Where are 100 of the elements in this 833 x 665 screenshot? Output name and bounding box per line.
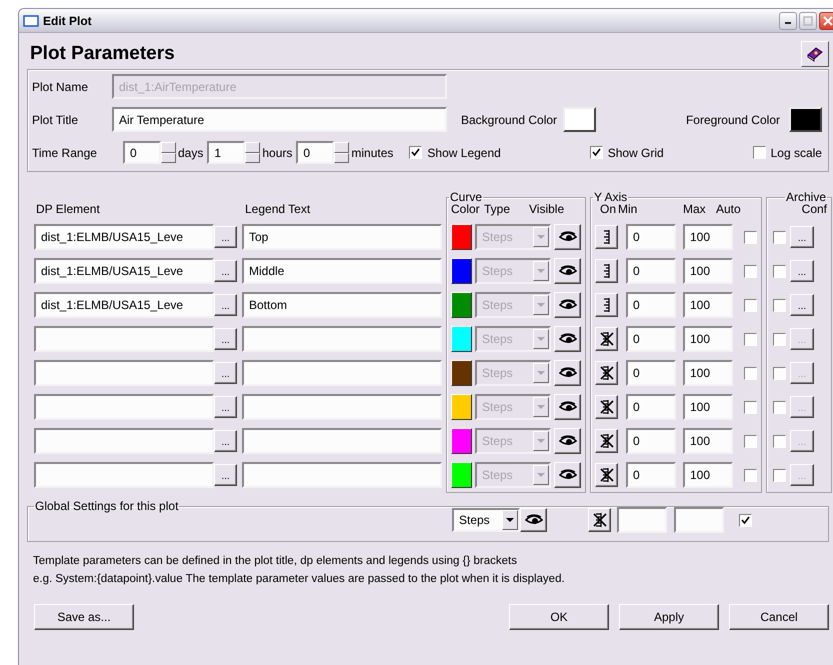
- input-field[interactable]: Middle: [242, 258, 442, 284]
- input-field[interactable]: dist_1:ELMB/USA15_Leve: [34, 292, 214, 318]
- input-field[interactable]: 100: [683, 462, 733, 488]
- browse-button[interactable]: ...: [214, 260, 237, 282]
- config-button[interactable]: ...: [790, 226, 814, 248]
- input-field[interactable]: 0: [626, 224, 676, 250]
- checkbox[interactable]: [773, 298, 786, 312]
- ok-button[interactable]: OK: [509, 604, 609, 630]
- browse-button[interactable]: ...: [214, 328, 237, 350]
- visibility-button[interactable]: [520, 508, 547, 532]
- checkbox[interactable]: [744, 434, 757, 448]
- help-button[interactable]: [801, 41, 829, 67]
- checkbox[interactable]: [739, 514, 752, 526]
- input-field[interactable]: [34, 326, 214, 352]
- checkbox[interactable]: [773, 434, 786, 448]
- visibility-button[interactable]: [554, 394, 581, 420]
- input-field[interactable]: 100: [683, 224, 733, 250]
- checkbox[interactable]: [773, 468, 786, 482]
- checkbox[interactable]: [773, 366, 786, 380]
- input-field[interactable]: 0: [626, 462, 676, 488]
- visibility-button[interactable]: [554, 258, 581, 284]
- input-field[interactable]: [34, 462, 214, 488]
- cancel-button[interactable]: Cancel: [729, 604, 829, 630]
- axis-toggle-button[interactable]: [595, 429, 618, 453]
- save-as-button[interactable]: Save as...: [34, 604, 134, 630]
- axis-toggle-button[interactable]: [595, 463, 618, 487]
- input-field[interactable]: [242, 360, 442, 386]
- input-field[interactable]: [242, 326, 442, 352]
- checkbox[interactable]: [773, 332, 786, 346]
- spin-buttons[interactable]: [334, 142, 350, 163]
- checkbox[interactable]: [744, 298, 757, 312]
- input-field[interactable]: [242, 462, 442, 488]
- input-field[interactable]: 1: [207, 141, 246, 164]
- input-field[interactable]: 100: [683, 394, 733, 420]
- axis-toggle-button[interactable]: [595, 327, 618, 351]
- visibility-button[interactable]: [554, 224, 581, 250]
- axis-toggle-button[interactable]: [595, 395, 618, 419]
- input-field[interactable]: 0: [626, 326, 676, 352]
- visibility-button[interactable]: [554, 428, 581, 454]
- input-field[interactable]: [674, 507, 724, 533]
- checkbox[interactable]: [744, 332, 757, 346]
- input-field[interactable]: 100: [683, 428, 733, 454]
- browse-button[interactable]: ...: [214, 396, 237, 418]
- input-field[interactable]: [242, 394, 442, 420]
- input-field[interactable]: Top: [242, 224, 442, 250]
- axis-toggle-button[interactable]: [595, 361, 618, 385]
- visibility-button[interactable]: [554, 326, 581, 352]
- input-field[interactable]: dist_1:ELMB/USA15_Leve: [34, 258, 214, 284]
- input-field[interactable]: 100: [683, 326, 733, 352]
- input-field[interactable]: 0: [626, 292, 676, 318]
- browse-button[interactable]: ...: [214, 430, 237, 452]
- color-swatch[interactable]: [563, 107, 596, 132]
- input-field[interactable]: 0: [626, 394, 676, 420]
- input-field[interactable]: 0: [626, 258, 676, 284]
- checkbox[interactable]: [409, 146, 422, 159]
- browse-button[interactable]: ...: [214, 464, 237, 486]
- input-field[interactable]: 0: [296, 141, 334, 164]
- spin-buttons[interactable]: [161, 142, 176, 163]
- input-field[interactable]: [34, 360, 214, 386]
- axis-toggle-button[interactable]: [595, 225, 618, 249]
- checkbox[interactable]: [773, 230, 786, 244]
- checkbox[interactable]: [744, 366, 757, 380]
- input-field[interactable]: Bottom: [242, 292, 442, 318]
- input-field[interactable]: [617, 507, 667, 533]
- checkbox[interactable]: [744, 230, 757, 244]
- checkbox[interactable]: [752, 146, 766, 159]
- axis-toggle-button[interactable]: [588, 508, 611, 532]
- close-button[interactable]: [819, 12, 833, 30]
- color-swatch[interactable]: [789, 107, 822, 132]
- config-button[interactable]: ...: [790, 294, 814, 316]
- spin-buttons[interactable]: [245, 142, 260, 163]
- input-field[interactable]: 0: [626, 360, 676, 386]
- input-field[interactable]: Air Temperature: [112, 107, 447, 132]
- visibility-button[interactable]: [554, 360, 581, 386]
- checkbox[interactable]: [773, 400, 786, 414]
- input-field[interactable]: 100: [683, 258, 733, 284]
- input-field[interactable]: 100: [683, 360, 733, 386]
- checkbox[interactable]: [744, 264, 757, 278]
- input-field[interactable]: 0: [626, 428, 676, 454]
- type-dropdown[interactable]: Steps: [452, 508, 520, 532]
- input-field[interactable]: [34, 428, 214, 454]
- visibility-button[interactable]: [554, 462, 581, 488]
- checkbox[interactable]: [773, 264, 786, 278]
- input-field[interactable]: dist_1:ELMB/USA15_Leve: [34, 224, 214, 250]
- checkbox[interactable]: [590, 146, 603, 159]
- axis-toggle-button[interactable]: [595, 293, 618, 317]
- browse-button[interactable]: ...: [214, 294, 237, 316]
- checkbox[interactable]: [744, 400, 757, 414]
- axis-toggle-button[interactable]: [595, 259, 618, 283]
- config-button[interactable]: ...: [790, 260, 814, 282]
- input-field[interactable]: [34, 394, 214, 420]
- apply-button[interactable]: Apply: [619, 604, 719, 630]
- browse-button[interactable]: ...: [214, 226, 237, 248]
- visibility-button[interactable]: [554, 292, 581, 318]
- input-field[interactable]: [242, 428, 442, 454]
- minimize-button[interactable]: [779, 12, 797, 30]
- input-field[interactable]: 0: [123, 141, 161, 164]
- checkbox[interactable]: [744, 468, 757, 482]
- browse-button[interactable]: ...: [214, 362, 237, 384]
- input-field[interactable]: 100: [683, 292, 733, 318]
